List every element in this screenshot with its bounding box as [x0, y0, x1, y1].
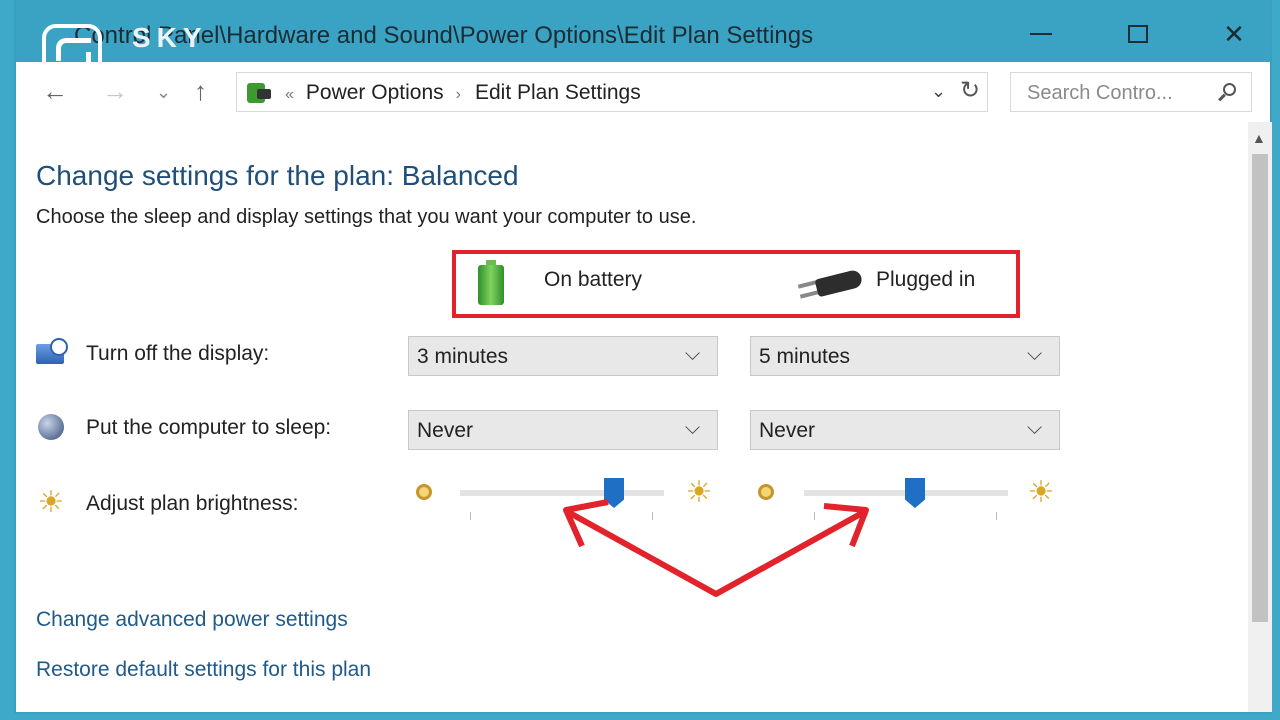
forward-arrow-icon[interactable]: →	[102, 76, 128, 107]
up-arrow-icon[interactable]: ↑	[194, 76, 207, 107]
annotation-arrows	[563, 499, 869, 597]
address-dropdown-icon[interactable]: ⌄	[931, 81, 946, 102]
breadcrumb-edit-plan-settings[interactable]: Edit Plan Settings	[475, 81, 641, 104]
slider-tick	[470, 512, 471, 520]
sleep-on-battery-value: Never	[417, 419, 474, 442]
refresh-icon[interactable]: ↻	[960, 76, 980, 105]
brightness-sun-icon: ☀	[37, 486, 65, 519]
back-arrow-icon[interactable]: ←	[42, 76, 68, 107]
chevron-down-icon: ⌵	[1027, 343, 1043, 365]
chevron-down-icon: ⌵	[685, 343, 701, 365]
brightness-label: Adjust plan brightness:	[86, 492, 299, 515]
vertical-scrollbar[interactable]: ▲	[1248, 122, 1272, 712]
power-options-icon	[245, 79, 273, 105]
logo-brand-line2: COMPUTER	[108, 62, 242, 87]
search-input[interactable]: Search Contro...	[1010, 72, 1252, 112]
logo-icon	[42, 24, 102, 82]
scrollbar-thumb[interactable]	[1252, 154, 1268, 622]
change-advanced-settings-link[interactable]: Change advanced power settings	[36, 608, 348, 632]
sleep-plugged-in-value: Never	[759, 419, 816, 442]
battery-icon	[476, 260, 506, 306]
slider-thumb[interactable]	[905, 478, 925, 508]
battery-column-header	[472, 258, 532, 308]
search-placeholder: Search Contro...	[1027, 82, 1173, 104]
page-description: Choose the sleep and display settings th…	[36, 206, 697, 228]
breadcrumb-separator[interactable]: ›	[456, 86, 461, 103]
display-plugged-in-value: 5 minutes	[759, 345, 851, 368]
window: Control Panel\Hardware and Sound\Power O…	[14, 0, 1272, 714]
display-plugged-in-select[interactable]: 5 minutes ⌵	[750, 336, 1060, 376]
display-on-battery-value: 3 minutes	[417, 345, 509, 368]
breadcrumb-power-options[interactable]: Power Options	[306, 81, 444, 104]
slider-tick	[996, 512, 997, 520]
brightness-low-icon	[410, 478, 440, 508]
maximize-button[interactable]	[1108, 14, 1168, 54]
plugged-in-label: Plugged in	[876, 268, 976, 291]
sleep-plugged-in-select[interactable]: Never ⌵	[750, 410, 1060, 450]
chevron-down-icon: ⌵	[685, 417, 701, 439]
on-battery-label: On battery	[544, 268, 643, 291]
watermark-logo: SKY COMPUTER	[36, 22, 266, 92]
close-button[interactable]: ✕	[1204, 14, 1264, 54]
power-plug-icon	[797, 268, 866, 302]
display-on-battery-select[interactable]: 3 minutes ⌵	[408, 336, 718, 376]
brightness-high-icon: ☀	[1027, 476, 1055, 509]
recent-locations-icon[interactable]: ⌄	[156, 82, 171, 103]
turn-off-display-label: Turn off the display:	[86, 342, 270, 365]
chevron-down-icon: ⌵	[1027, 417, 1043, 439]
search-icon[interactable]	[1217, 83, 1237, 103]
maximize-icon	[1128, 25, 1148, 43]
sleep-moon-icon	[36, 412, 70, 442]
address-bar[interactable]: « Power Options › Edit Plan Settings ⌄	[236, 72, 988, 112]
sleep-on-battery-select[interactable]: Never ⌵	[408, 410, 718, 450]
close-icon: ✕	[1223, 18, 1245, 49]
logo-brand-line1: SKY	[132, 22, 208, 53]
breadcrumb-overflow[interactable]: «	[285, 86, 294, 103]
restore-defaults-link[interactable]: Restore default settings for this plan	[36, 658, 371, 682]
sleep-label: Put the computer to sleep:	[86, 416, 332, 439]
display-timer-icon	[36, 338, 70, 368]
scroll-up-icon[interactable]: ▲	[1252, 130, 1266, 146]
minimize-icon	[1030, 33, 1052, 35]
minimize-button[interactable]	[1011, 14, 1071, 54]
page-title: Change settings for the plan: Balanced	[36, 160, 519, 191]
breadcrumb: « Power Options › Edit Plan Settings	[285, 81, 641, 105]
